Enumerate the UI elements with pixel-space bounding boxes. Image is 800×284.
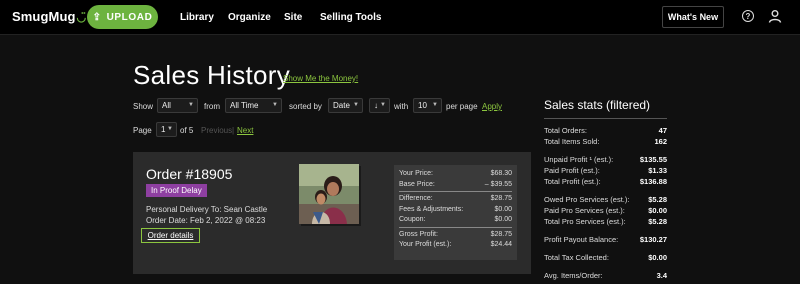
stat-row: Owed Pro Services (est.): $5.28 (544, 195, 667, 204)
chevron-down-icon: ▼ (353, 102, 359, 108)
price-row: Gross Profit: $28.75 (399, 230, 512, 238)
order-card: Order #18905 In Proof Delay Personal Del… (133, 152, 531, 274)
top-nav: SmugMug◡̈ ⇪ UPLOAD Library Organize Site… (0, 0, 800, 35)
stat-row: Paid Profit (est.): $1.33 (544, 166, 667, 175)
from-label: from (204, 102, 220, 111)
price-row: Base Price: – $39.55 (399, 180, 512, 188)
price-row: Coupon: $0.00 (399, 216, 512, 223)
price-row: Your Profit (est.): $24.44 (399, 241, 512, 248)
stat-row: Total Tax Collected: $0.00 (544, 253, 667, 262)
stat-row: Unpaid Profit ¹ (est.): $135.55 (544, 155, 667, 164)
show-select[interactable]: All ▼ (157, 98, 198, 113)
divider (399, 191, 512, 192)
chevron-down-icon: ▼ (272, 102, 278, 108)
page-count: of 5 (180, 126, 194, 135)
nav-site[interactable]: Site (284, 12, 302, 23)
per-page-label: per page (446, 102, 478, 111)
nav-organize[interactable]: Organize (228, 12, 271, 23)
photo-image (299, 164, 359, 224)
stat-row: Total Pro Services (est.): $5.28 (544, 217, 667, 226)
chevron-down-icon: ▼ (432, 102, 438, 108)
next-link[interactable]: Next (237, 126, 253, 135)
order-thumbnail[interactable] (299, 164, 359, 224)
previous-link: Previous (201, 126, 233, 135)
sorted-by-label: sorted by (289, 102, 322, 111)
smile-icon: ◡̈ (76, 12, 87, 24)
order-details-button[interactable]: Order details (141, 228, 200, 243)
help-icon[interactable]: ? (742, 10, 754, 22)
chevron-down-icon: ▼ (188, 102, 194, 108)
with-label: with (394, 102, 409, 111)
sort-select[interactable]: Date ▼ (328, 98, 363, 113)
price-row: Your Price: $68.30 (399, 170, 512, 177)
order-title: Order #18905 (146, 166, 233, 182)
price-row: Fees & Adjustments: $0.00 (399, 205, 512, 213)
per-page-select[interactable]: 10 ▼ (413, 98, 442, 113)
chevron-down-icon: ▼ (167, 126, 173, 132)
whats-new-button[interactable]: What's New (662, 6, 724, 28)
chevron-down-icon: ▼ (380, 102, 386, 108)
upload-button[interactable]: ⇪ UPLOAD (87, 5, 158, 29)
pagination-separator: | (232, 126, 235, 135)
page-title: Sales History (133, 60, 291, 90)
page-label: Page (133, 126, 152, 135)
price-breakdown: Your Price: $68.30 Base Price: – $39.55 Di… (394, 165, 517, 260)
divider (544, 118, 667, 119)
order-date: Order Date: Feb 2, 2022 @ 08:23 (146, 216, 266, 225)
nav-library[interactable]: Library (180, 12, 214, 23)
show-me-the-money-link[interactable]: Show Me the Money! (283, 74, 358, 83)
price-row: Difference: $28.75 (399, 195, 512, 202)
show-label: Show (133, 102, 154, 111)
apply-link[interactable]: Apply (482, 102, 502, 111)
upload-icon: ⇪ (92, 11, 102, 23)
stat-row: Total Orders: 47 (544, 126, 667, 135)
status-badge: In Proof Delay (146, 184, 207, 197)
divider (399, 226, 512, 228)
stat-row: Profit Payout Balance: $130.27 (544, 235, 667, 244)
page-select[interactable]: 1 ▼ (156, 122, 177, 137)
user-icon[interactable] (768, 9, 782, 23)
stats-title: Sales stats (filtered) (544, 98, 651, 112)
stat-row: Total Items Sold: 162 (544, 137, 667, 146)
delivery-info: Personal Delivery To: Sean Castle (146, 205, 268, 214)
from-select[interactable]: All Time ▼ (225, 98, 282, 113)
stat-row: Avg. Items/Order: 3.4 (544, 271, 667, 280)
nav-selling-tools[interactable]: Selling Tools (320, 12, 381, 23)
stat-row: Total Profit (est.): $136.88 (544, 177, 667, 186)
sort-direction-select[interactable]: ↓ ▼ (369, 98, 390, 113)
smugmug-logo[interactable]: SmugMug◡̈ (12, 9, 86, 24)
stat-row: Paid Pro Services (est.): $0.00 (544, 206, 667, 215)
